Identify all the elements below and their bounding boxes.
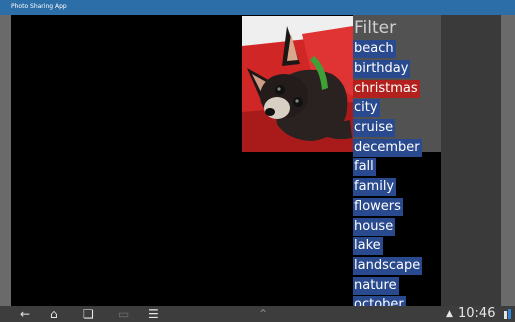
system-navigation-bar: ← ⌂ ❏ ▭ ☰ ⌃ ▲ 10:46 [0, 306, 515, 322]
screenshot-icon[interactable]: ▭ [118, 307, 129, 321]
app-screen: Filter beach birthday christmas city cru… [11, 15, 501, 306]
tag-house[interactable]: house [353, 218, 396, 236]
tag-city[interactable]: city [353, 99, 380, 117]
tag-fall[interactable]: fall [353, 158, 376, 176]
signal-icon: ▲ [446, 309, 453, 319]
tag-october[interactable]: october [353, 296, 406, 306]
tag-birthday[interactable]: birthday [353, 60, 411, 78]
tag-beach[interactable]: beach [353, 40, 396, 58]
tag-christmas[interactable]: christmas [353, 80, 420, 98]
filter-heading: Filter [354, 18, 397, 38]
dog-photo-image [242, 16, 353, 152]
recent-apps-icon[interactable]: ❏ [83, 307, 94, 321]
window-title-bar: Photo Sharing App [0, 0, 515, 15]
tag-december[interactable]: december [353, 139, 422, 157]
tag-flowers[interactable]: flowers [353, 198, 403, 216]
clock: 10:46 [458, 306, 496, 321]
tag-lake[interactable]: lake [353, 237, 383, 255]
device-bezel-left [0, 15, 11, 306]
battery-icon [504, 309, 511, 319]
device-bezel-right [501, 15, 515, 306]
tag-cruise[interactable]: cruise [353, 119, 396, 137]
back-icon[interactable]: ← [20, 307, 30, 321]
app-title: Photo Sharing App [11, 3, 67, 10]
photo-thumbnail[interactable] [242, 16, 353, 152]
home-icon[interactable]: ⌂ [50, 307, 58, 321]
tag-landscape[interactable]: landscape [353, 257, 423, 275]
chevron-up-icon[interactable]: ⌃ [258, 307, 268, 321]
tag-family[interactable]: family [353, 178, 397, 196]
menu-icon[interactable]: ☰ [148, 307, 159, 321]
tag-nature[interactable]: nature [353, 277, 399, 295]
side-panel-background [441, 15, 501, 306]
